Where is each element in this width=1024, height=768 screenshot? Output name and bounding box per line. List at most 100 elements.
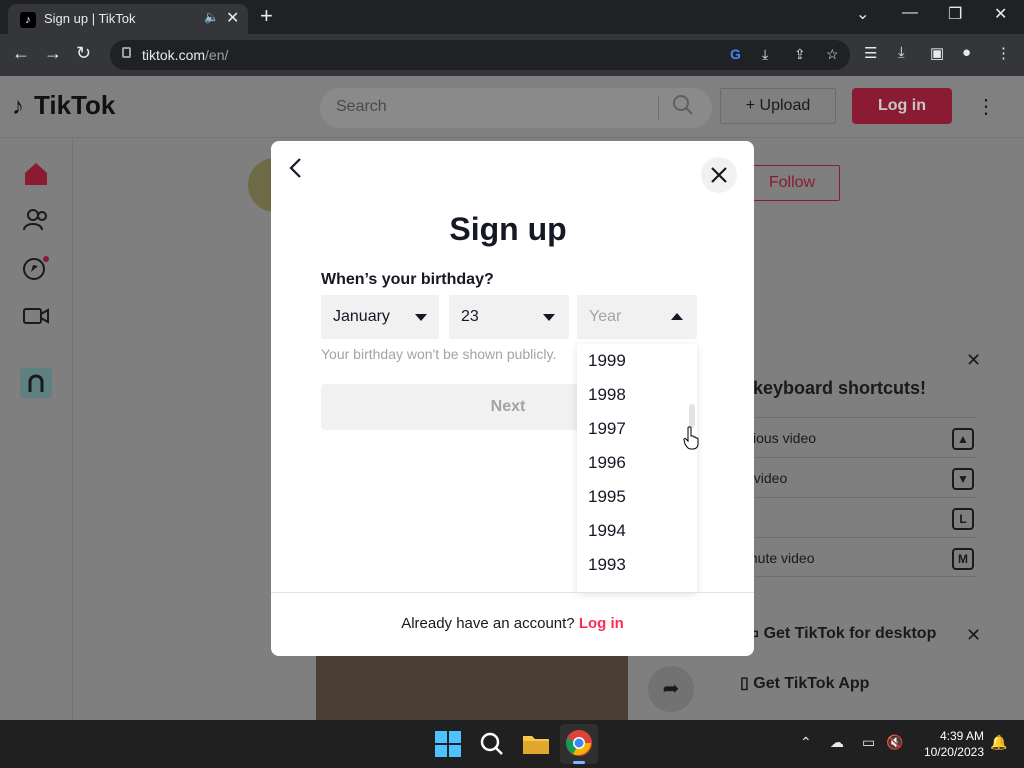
onedrive-icon[interactable]: ☁: [830, 734, 844, 751]
system-clock[interactable]: 4:39 AM 10/20/2023: [912, 728, 984, 760]
year-option[interactable]: 1996: [577, 446, 697, 480]
reload-icon[interactable]: ↻: [76, 43, 91, 64]
live-video-icon[interactable]: [22, 302, 50, 330]
close-icon: [711, 167, 727, 183]
signup-modal: Sign up When’s your birthday? January 23…: [271, 141, 754, 656]
follow-button[interactable]: Follow: [744, 165, 840, 201]
show-hidden-icons-icon[interactable]: ⌃: [800, 734, 812, 751]
windows-start-icon[interactable]: [432, 728, 464, 760]
tiktok-favicon-icon: ♪: [20, 12, 36, 28]
chrome-icon: [566, 730, 592, 756]
active-indicator: [573, 761, 585, 764]
year-option[interactable]: 1997: [577, 412, 697, 446]
get-app-link[interactable]: ▯ Get TikTok App: [740, 673, 869, 693]
tab-search-icon[interactable]: ⌄: [856, 4, 869, 24]
birthday-hint: Your birthday won't be shown publicly.: [321, 346, 557, 362]
year-option[interactable]: 1998: [577, 378, 697, 412]
plus-icon: +: [745, 97, 756, 114]
get-desktop-link[interactable]: ▭ Get TikTok for desktop: [744, 623, 936, 643]
year-option[interactable]: 1994: [577, 514, 697, 548]
close-tab-icon[interactable]: ✕: [226, 8, 239, 28]
chrome-taskbar-button[interactable]: [560, 724, 598, 764]
close-modal-button[interactable]: [701, 157, 737, 193]
birthday-label: When’s your birthday?: [321, 271, 494, 288]
downloads-icon[interactable]: ⤓: [898, 44, 905, 61]
share-arrow-icon[interactable]: ➦: [648, 666, 694, 712]
video-thumbnail[interactable]: [316, 654, 628, 720]
restore-button[interactable]: ❐: [948, 4, 962, 24]
key-down-icon: ▼: [952, 468, 974, 490]
network-icon[interactable]: ▭: [862, 734, 875, 751]
audio-playing-icon[interactable]: 🔈: [204, 10, 219, 24]
url-text[interactable]: tiktok.com/en/: [142, 47, 228, 63]
lock-icon[interactable]: [122, 47, 131, 58]
upload-button[interactable]: + Upload: [720, 88, 836, 124]
search-divider: [658, 96, 659, 120]
reading-list-icon[interactable]: ☰: [864, 44, 877, 62]
phone-icon: ▯: [740, 675, 749, 692]
more-options-icon[interactable]: ⋮: [976, 94, 996, 119]
tiktok-header: ♪ TikTok Search + Upload Log in ⋮: [0, 76, 1024, 138]
address-bar[interactable]: tiktok.com/en/ G ⤓ ⇪ ☆: [110, 40, 850, 70]
browser-toolbar: ← → ↻ tiktok.com/en/ G ⤓ ⇪ ☆ ☰ ⤓ ▣ ● ⋮: [0, 34, 1024, 76]
side-panel-icon[interactable]: ▣: [930, 44, 944, 62]
tiktok-logo[interactable]: ♪ TikTok: [12, 90, 115, 121]
sidebar-divider: [72, 138, 73, 720]
following-icon[interactable]: [22, 206, 50, 234]
year-list-scrollbar[interactable]: [689, 404, 695, 428]
footer-login-link[interactable]: Log in: [579, 615, 624, 632]
windows-taskbar: ⌃ ☁ ▭ 🔇 4:39 AM 10/20/2023 🔔: [0, 720, 1024, 768]
year-placeholder: Year: [589, 308, 622, 325]
footer-text: Already have an account?: [401, 615, 575, 632]
forward-arrow-icon[interactable]: →: [44, 43, 62, 64]
chevron-down-icon: [415, 314, 427, 321]
clock-time: 4:39 AM: [939, 729, 984, 743]
tab-title: Sign up | TikTok: [44, 11, 136, 26]
search-icon[interactable]: [476, 728, 508, 760]
notification-bell-icon[interactable]: 🔔: [990, 734, 1007, 751]
shortcuts-close-icon[interactable]: ✕: [966, 350, 981, 371]
chrome-menu-icon[interactable]: ⋮: [996, 44, 1011, 62]
hand-cursor-icon: [683, 426, 699, 450]
key-up-icon: ▲: [952, 428, 974, 450]
clock-date: 10/20/2023: [923, 745, 984, 759]
year-option[interactable]: 1993: [577, 548, 697, 582]
key-l-icon: L: [952, 508, 974, 530]
chevron-down-icon: [543, 314, 555, 321]
browser-titlebar: ♪ Sign up | TikTok 🔈 ✕ + ⌄ — ❐ ✕: [0, 0, 1024, 34]
google-icon[interactable]: G: [730, 46, 741, 62]
tiktok-note-icon: ♪: [12, 93, 24, 120]
creator-tools-icon[interactable]: [20, 368, 52, 398]
search-input[interactable]: Search: [320, 88, 712, 128]
login-button[interactable]: Log in: [852, 88, 952, 124]
new-tab-button[interactable]: +: [260, 4, 273, 28]
share-icon[interactable]: ⇪: [794, 46, 806, 63]
month-value: January: [333, 308, 390, 325]
browser-tab[interactable]: ♪ Sign up | TikTok 🔈 ✕: [8, 4, 248, 34]
back-chevron-icon[interactable]: [285, 155, 307, 181]
year-option[interactable]: 1999: [577, 344, 697, 378]
key-m-icon: M: [952, 548, 974, 570]
year-option[interactable]: 1995: [577, 480, 697, 514]
modal-footer: Already have an account? Log in: [271, 592, 754, 656]
year-select[interactable]: Year: [577, 295, 697, 339]
minimize-button[interactable]: —: [902, 4, 918, 22]
close-window-button[interactable]: ✕: [994, 4, 1007, 24]
desktop-promo-close-icon[interactable]: ✕: [966, 625, 981, 646]
search-icon[interactable]: [672, 94, 694, 116]
install-app-icon[interactable]: ⤓: [762, 46, 768, 63]
file-explorer-icon[interactable]: [520, 728, 552, 760]
explore-compass-icon[interactable]: [22, 254, 50, 282]
profile-icon[interactable]: ●: [962, 44, 971, 61]
year-dropdown-list[interactable]: 1999 1998 1997 1996 1995 1994 1993: [577, 344, 697, 592]
back-arrow-icon[interactable]: ←: [12, 43, 30, 64]
month-select[interactable]: January: [321, 295, 439, 339]
modal-title: Sign up: [449, 211, 567, 247]
search-placeholder: Search: [336, 98, 387, 115]
bookmark-star-icon[interactable]: ☆: [826, 46, 839, 63]
chevron-up-icon: [671, 313, 683, 320]
day-value: 23: [461, 308, 479, 325]
day-select[interactable]: 23: [449, 295, 569, 339]
home-icon[interactable]: [22, 160, 50, 188]
volume-muted-icon[interactable]: 🔇: [886, 734, 903, 751]
